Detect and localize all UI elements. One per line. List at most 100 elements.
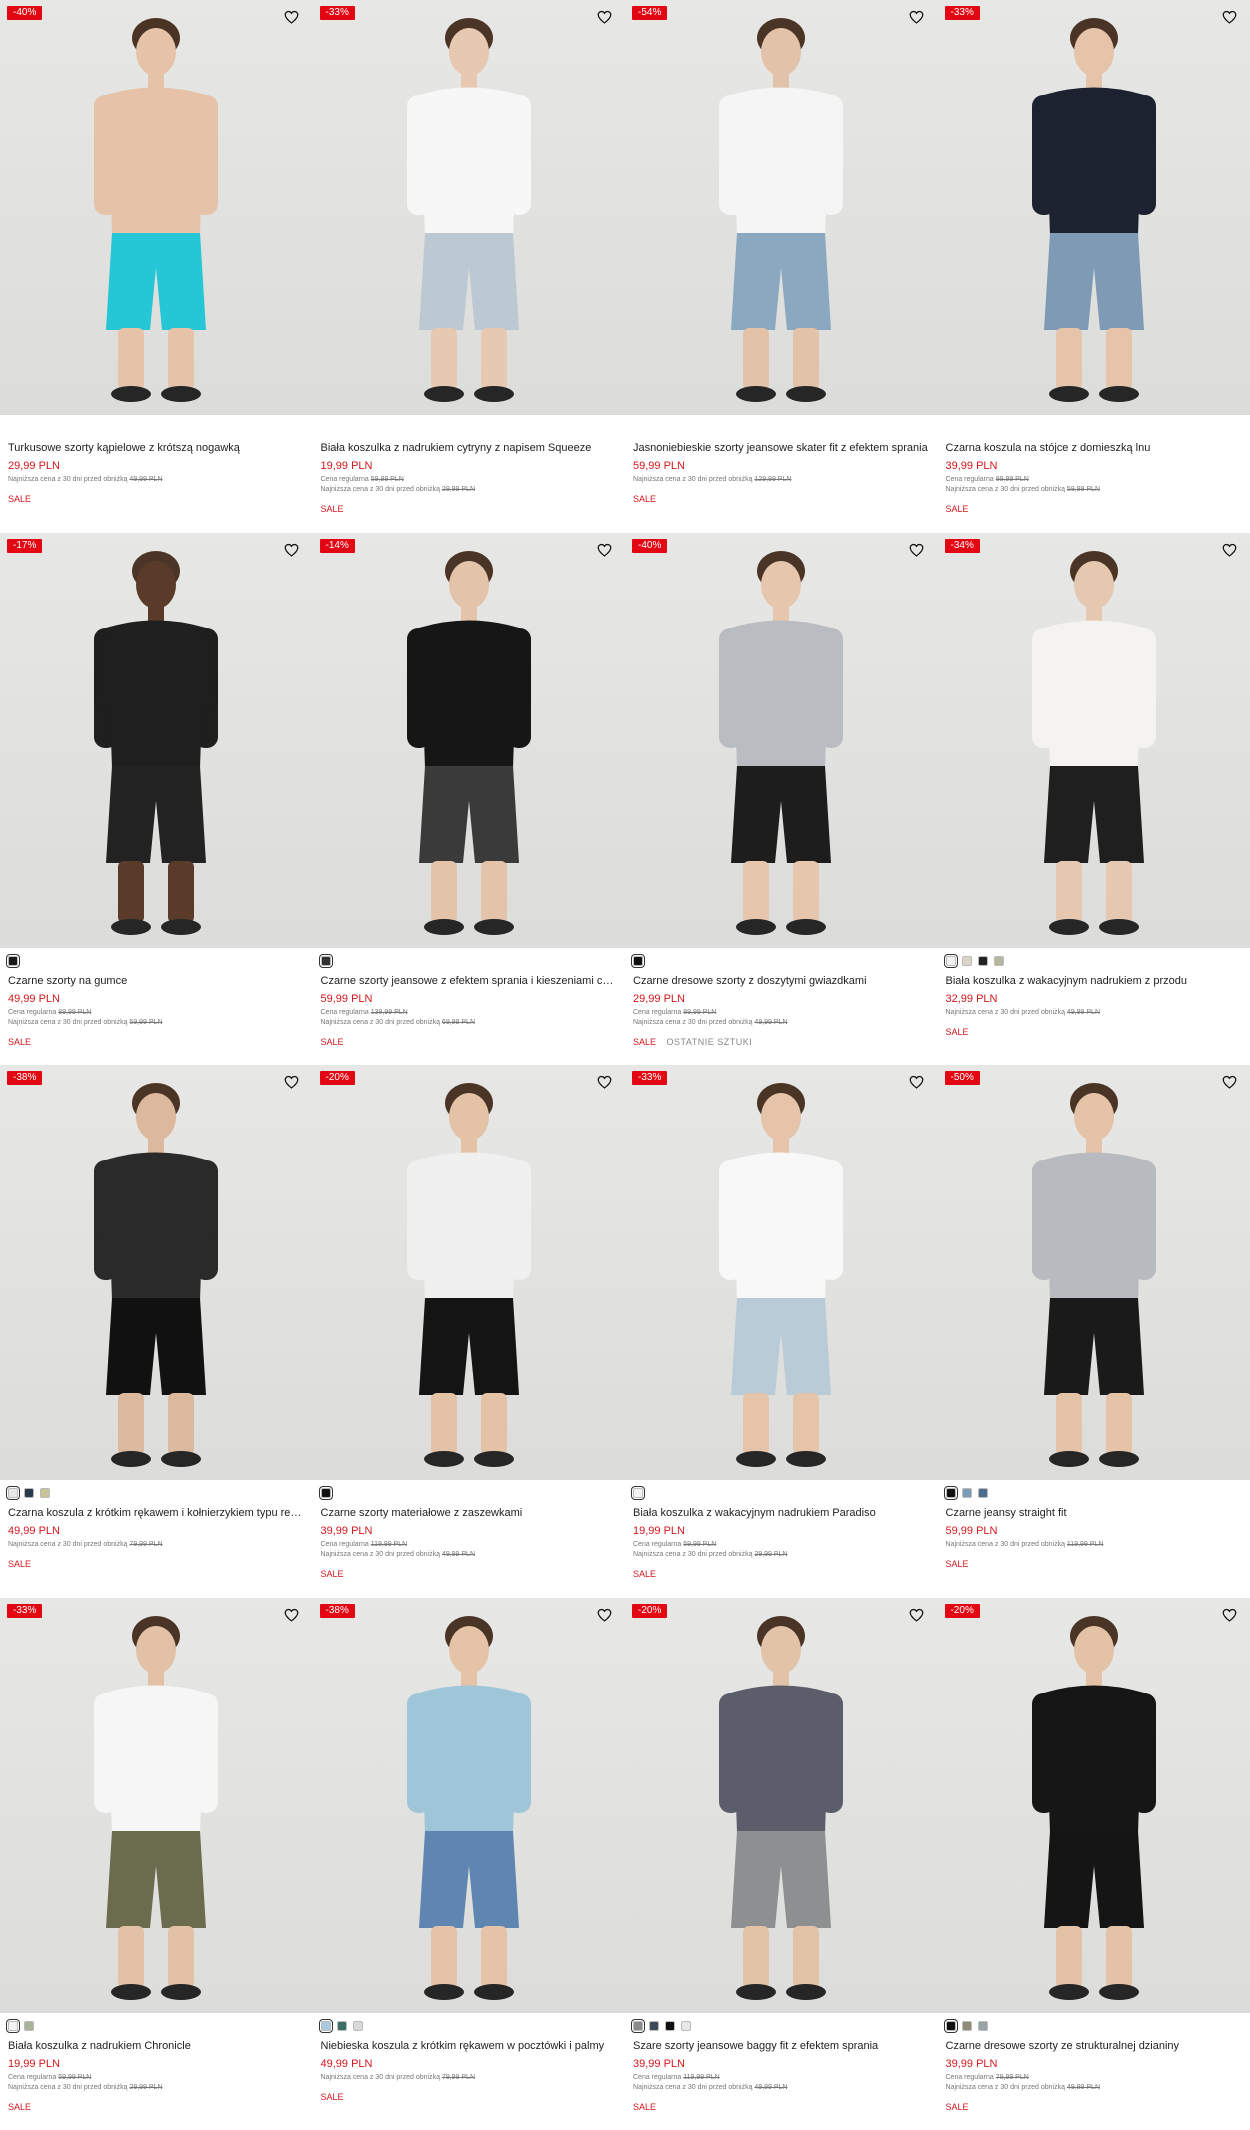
color-swatch[interactable] bbox=[946, 2021, 956, 2031]
product-name[interactable]: Czarne szorty materiałowe z zaszewkami bbox=[321, 1506, 618, 1520]
heart-icon[interactable] bbox=[283, 1073, 301, 1091]
product-photo[interactable]: -54% bbox=[625, 0, 938, 415]
product-card[interactable]: -14% Czarne szorty jeansowe z efektem sp… bbox=[313, 533, 626, 1066]
product-photo[interactable]: -33% bbox=[0, 1598, 313, 2013]
color-swatch[interactable] bbox=[665, 2021, 675, 2031]
heart-icon[interactable] bbox=[595, 8, 613, 26]
product-photo[interactable]: -20% bbox=[625, 1598, 938, 2013]
color-swatch[interactable] bbox=[946, 1488, 956, 1498]
product-photo[interactable]: -40% bbox=[625, 533, 938, 948]
color-swatch[interactable] bbox=[978, 2021, 988, 2031]
product-card[interactable]: -33% Czarna koszula na stójce z domieszk… bbox=[938, 0, 1250, 533]
color-swatch[interactable] bbox=[321, 956, 331, 966]
product-card[interactable]: -54% Jasnoniebieskie szorty jeansowe ska… bbox=[625, 0, 938, 533]
product-card[interactable]: -38% Czarna koszula z krótkim rękawem i … bbox=[0, 1065, 313, 1598]
color-swatch[interactable] bbox=[8, 2021, 18, 2031]
color-swatch[interactable] bbox=[321, 1488, 331, 1498]
product-price: 19,99 PLN bbox=[321, 459, 618, 473]
color-swatch[interactable] bbox=[633, 1488, 643, 1498]
product-card[interactable]: -50% Czarne jeansy straight fit 59,99 PL… bbox=[938, 1065, 1250, 1598]
color-swatch[interactable] bbox=[8, 956, 18, 966]
product-name[interactable]: Czarne dresowe szorty ze strukturalnej d… bbox=[946, 2039, 1243, 2053]
color-swatch[interactable] bbox=[8, 1488, 18, 1498]
product-name[interactable]: Jasnoniebieskie szorty jeansowe skater f… bbox=[633, 441, 930, 455]
heart-icon[interactable] bbox=[595, 1606, 613, 1624]
model-illustration bbox=[994, 1065, 1194, 1480]
color-swatch[interactable] bbox=[946, 956, 956, 966]
lowest-price: 29,99 PLN bbox=[129, 2084, 162, 2091]
product-name[interactable]: Czarna koszula z krótkim rękawem i kołni… bbox=[8, 1506, 305, 1520]
heart-icon[interactable] bbox=[595, 541, 613, 559]
product-photo[interactable]: -14% bbox=[313, 533, 626, 948]
color-swatch[interactable] bbox=[994, 956, 1004, 966]
heart-icon[interactable] bbox=[908, 541, 926, 559]
lowest-price-label: Najniższa cena z 30 dni przed obniżką bbox=[946, 2084, 1065, 2091]
color-swatch[interactable] bbox=[24, 2021, 34, 2031]
product-card[interactable]: -40% Czarne dresowe szorty z doszytymi g… bbox=[625, 533, 938, 1066]
heart-icon[interactable] bbox=[283, 8, 301, 26]
product-card[interactable]: -33% Biała koszulka z wakacyjnym nadruki… bbox=[625, 1065, 938, 1598]
regular-price-line: Cena regularna 59,99 PLN bbox=[8, 2073, 305, 2083]
color-swatch[interactable] bbox=[353, 2021, 363, 2031]
product-card[interactable]: -17% Czarne szorty na gumce 49,99 PLN Ce… bbox=[0, 533, 313, 1066]
heart-icon[interactable] bbox=[283, 1606, 301, 1624]
product-photo[interactable]: -38% bbox=[313, 1598, 626, 2013]
sale-label: SALE bbox=[633, 1569, 656, 1579]
product-photo[interactable]: -20% bbox=[313, 1065, 626, 1480]
heart-icon[interactable] bbox=[283, 541, 301, 559]
product-card[interactable]: -20% Czarne dresowe szorty ze struktural… bbox=[938, 1598, 1250, 2130]
product-card[interactable]: -33% Biała koszulka z nadrukiem Chronicl… bbox=[0, 1598, 313, 2130]
product-name[interactable]: Turkusowe szorty kąpielowe z krótszą nog… bbox=[8, 441, 305, 455]
product-name[interactable]: Biała koszulka z nadrukiem cytryny z nap… bbox=[321, 441, 618, 455]
product-photo[interactable]: -34% bbox=[938, 533, 1250, 948]
product-name[interactable]: Czarne szorty jeansowe z efektem sprania… bbox=[321, 974, 618, 988]
product-name[interactable]: Biała koszulka z wakacyjnym nadrukiem z … bbox=[946, 974, 1243, 988]
lowest-price-line: Najniższa cena z 30 dni przed obniżką 49… bbox=[946, 2083, 1243, 2093]
product-photo[interactable]: -33% bbox=[625, 1065, 938, 1480]
product-name[interactable]: Czarne szorty na gumce bbox=[8, 974, 305, 988]
product-card[interactable]: -34% Biała koszulka z wakacyjnym nadruki… bbox=[938, 533, 1250, 1066]
color-swatch[interactable] bbox=[40, 1488, 50, 1498]
heart-icon[interactable] bbox=[1220, 541, 1238, 559]
product-photo[interactable]: -33% bbox=[938, 0, 1250, 415]
heart-icon[interactable] bbox=[908, 1606, 926, 1624]
color-swatch[interactable] bbox=[321, 2021, 331, 2031]
product-name[interactable]: Niebieska koszula z krótkim rękawem w po… bbox=[321, 2039, 618, 2053]
product-name[interactable]: Biała koszulka z nadrukiem Chronicle bbox=[8, 2039, 305, 2053]
color-swatch[interactable] bbox=[962, 2021, 972, 2031]
heart-icon[interactable] bbox=[908, 1073, 926, 1091]
product-card[interactable]: -40% Turkusowe szorty kąpielowe z krótsz… bbox=[0, 0, 313, 533]
product-card[interactable]: -20% Czarne szorty materiałowe z zaszewk… bbox=[313, 1065, 626, 1598]
color-swatch[interactable] bbox=[681, 2021, 691, 2031]
color-swatch[interactable] bbox=[633, 2021, 643, 2031]
product-photo[interactable]: -20% bbox=[938, 1598, 1250, 2013]
lowest-price: 49,99 PLN bbox=[1067, 1009, 1100, 1016]
product-photo[interactable]: -40% bbox=[0, 0, 313, 415]
product-photo[interactable]: -33% bbox=[313, 0, 626, 415]
product-photo[interactable]: -50% bbox=[938, 1065, 1250, 1480]
product-name[interactable]: Czarne dresowe szorty z doszytymi gwiazd… bbox=[633, 974, 930, 988]
heart-icon[interactable] bbox=[908, 8, 926, 26]
product-name[interactable]: Biała koszulka z wakacyjnym nadrukiem Pa… bbox=[633, 1506, 930, 1520]
product-card[interactable]: -33% Biała koszulka z nadrukiem cytryny … bbox=[313, 0, 626, 533]
product-card[interactable]: -38% Niebieska koszula z krótkim rękawem… bbox=[313, 1598, 626, 2130]
product-photo[interactable]: -17% bbox=[0, 533, 313, 948]
regular-price: 79,99 PLN bbox=[996, 2074, 1029, 2081]
product-name[interactable]: Szare szorty jeansowe baggy fit z efekte… bbox=[633, 2039, 930, 2053]
color-swatch[interactable] bbox=[962, 1488, 972, 1498]
color-swatch[interactable] bbox=[978, 956, 988, 966]
product-card[interactable]: -20% Szare szorty jeansowe baggy fit z e… bbox=[625, 1598, 938, 2130]
heart-icon[interactable] bbox=[1220, 1606, 1238, 1624]
heart-icon[interactable] bbox=[1220, 1073, 1238, 1091]
product-photo[interactable]: -38% bbox=[0, 1065, 313, 1480]
color-swatch[interactable] bbox=[978, 1488, 988, 1498]
color-swatch[interactable] bbox=[337, 2021, 347, 2031]
heart-icon[interactable] bbox=[1220, 8, 1238, 26]
color-swatch[interactable] bbox=[633, 956, 643, 966]
heart-icon[interactable] bbox=[595, 1073, 613, 1091]
color-swatch[interactable] bbox=[962, 956, 972, 966]
color-swatch[interactable] bbox=[24, 1488, 34, 1498]
color-swatch[interactable] bbox=[649, 2021, 659, 2031]
product-name[interactable]: Czarna koszula na stójce z domieszką lnu bbox=[946, 441, 1243, 455]
product-name[interactable]: Czarne jeansy straight fit bbox=[946, 1506, 1243, 1520]
